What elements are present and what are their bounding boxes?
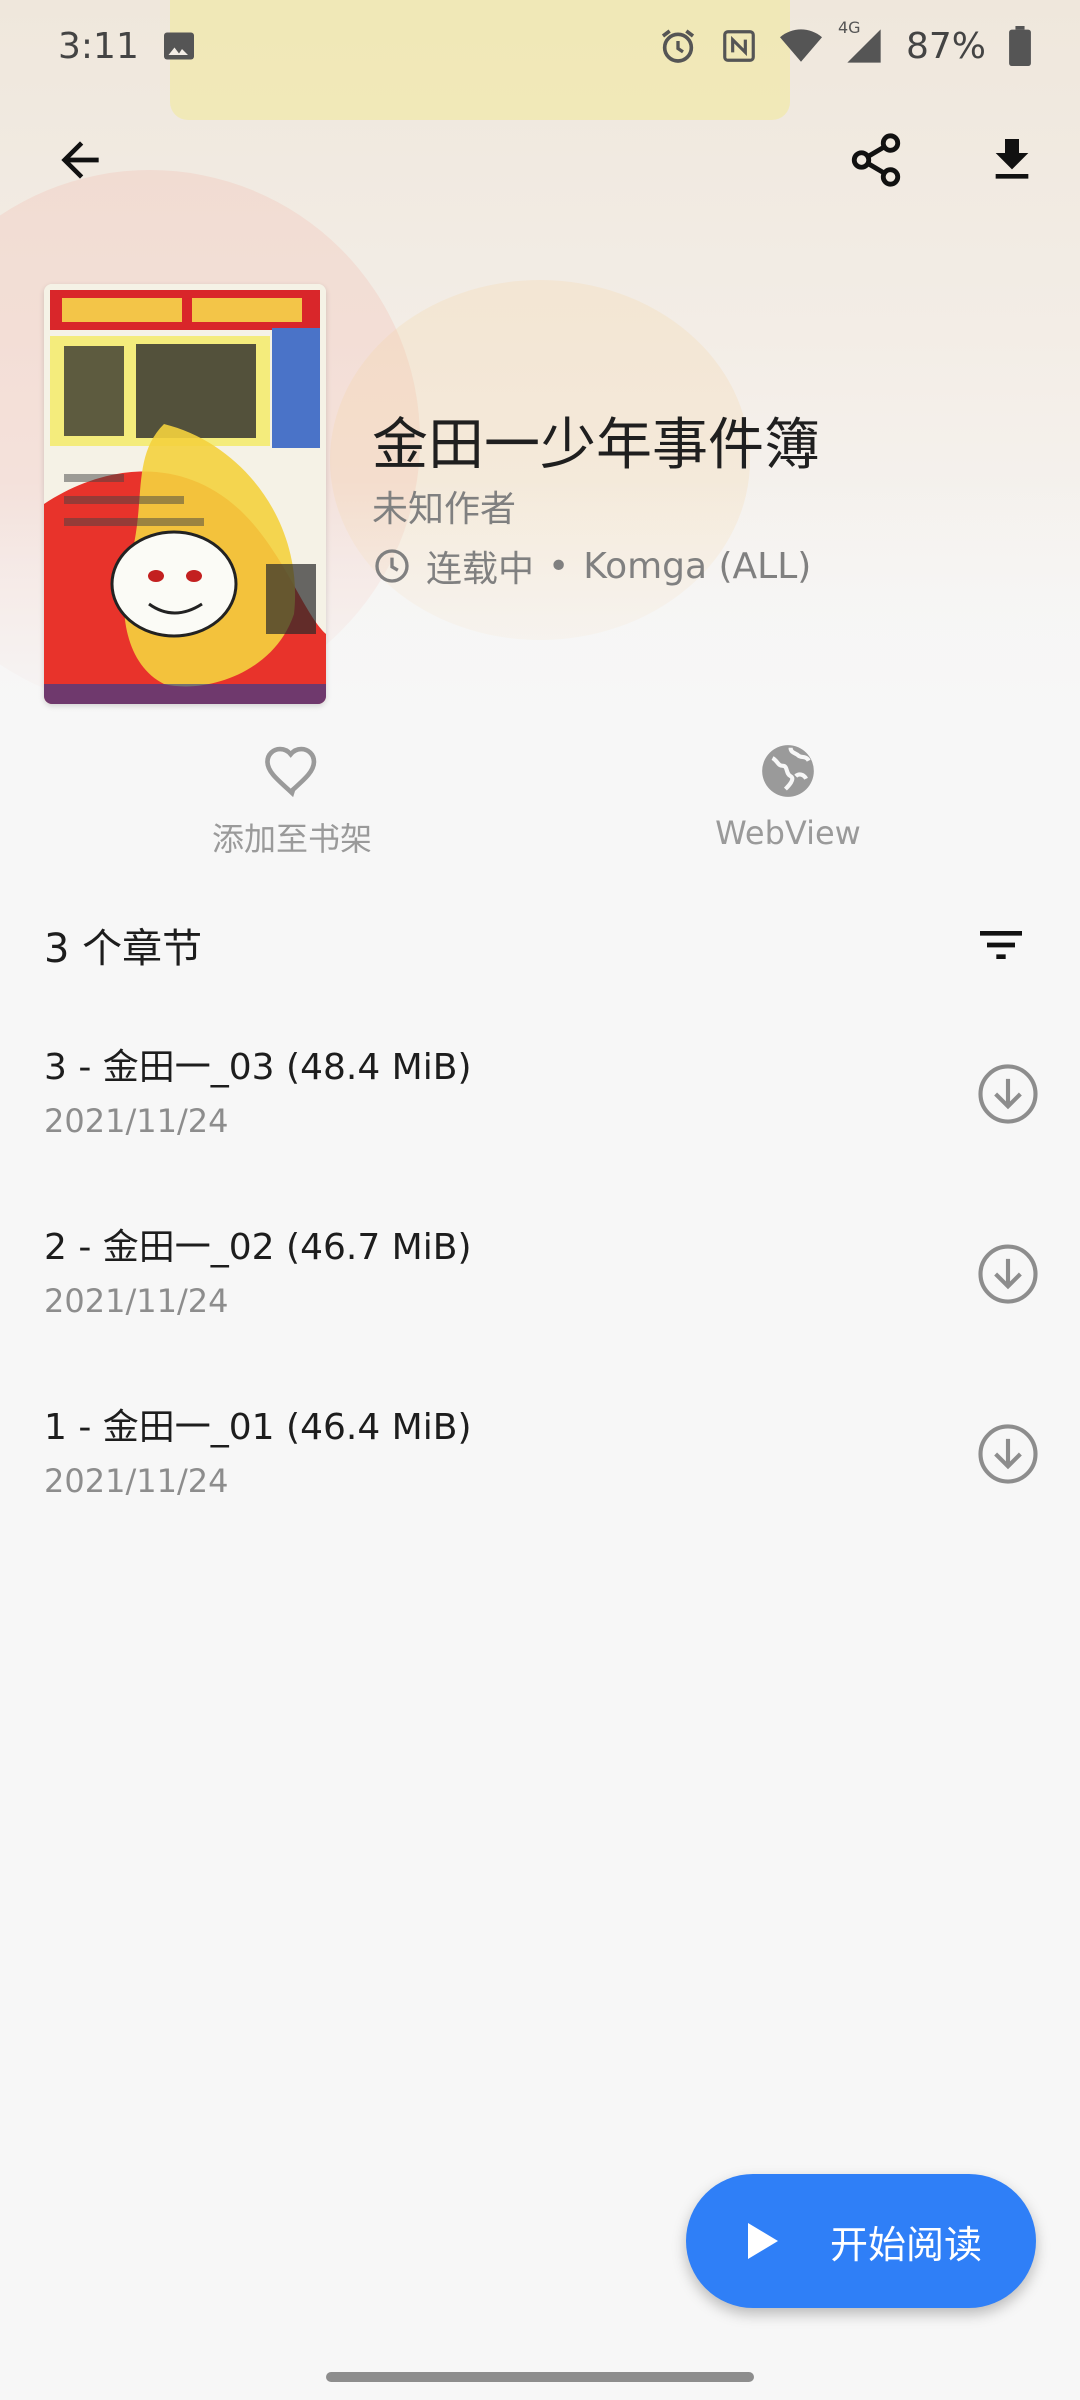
toolbar	[0, 110, 1080, 210]
wifi-icon	[779, 27, 822, 65]
start-reading-button[interactable]: 开始阅读	[686, 2174, 1036, 2308]
battery-icon	[1008, 26, 1032, 66]
chapter-download-button[interactable]	[966, 1052, 1050, 1136]
gesture-nav-handle[interactable]	[326, 2372, 754, 2382]
chapter-row[interactable]: 1 - 金田一_01 (46.4 MiB) 2021/11/24	[0, 1370, 1080, 1550]
network-type-label: 4G	[837, 18, 861, 37]
webview-label: WebView	[715, 814, 861, 852]
download-icon	[995, 139, 1029, 179]
cover-image[interactable]	[44, 284, 326, 704]
chapter-date: 2021/11/24	[44, 1282, 229, 1320]
manga-title[interactable]: 金田一少年事件簿	[372, 400, 820, 481]
chapter-download-button[interactable]	[966, 1412, 1050, 1496]
add-to-library-label: 添加至书架	[211, 820, 372, 858]
chapter-row[interactable]: 3 - 金田一_03 (48.4 MiB) 2021/11/24	[0, 1010, 1080, 1190]
battery-text: 87%	[905, 25, 986, 67]
download-button[interactable]	[962, 110, 1062, 210]
chapter-date: 2021/11/24	[44, 1462, 229, 1500]
meta-separator: •	[548, 545, 570, 587]
globe-icon	[762, 745, 814, 797]
download-circle-icon	[978, 1064, 1038, 1124]
manga-status-line: 连载中 • Komga (ALL)	[372, 540, 811, 592]
share-button[interactable]	[826, 110, 926, 210]
filter-icon	[980, 931, 1022, 959]
chapter-row[interactable]: 2 - 金田一_02 (46.7 MiB) 2021/11/24	[0, 1190, 1080, 1370]
play-icon	[748, 2223, 778, 2259]
image-icon	[161, 28, 197, 64]
chapter-title: 1 - 金田一_01 (46.4 MiB)	[44, 1407, 472, 1448]
source-name: Komga (ALL)	[583, 545, 812, 587]
webview-button[interactable]: WebView	[658, 740, 918, 852]
share-icon	[851, 133, 901, 187]
download-circle-icon	[978, 1424, 1038, 1484]
chapters-header: 3 个章节	[44, 910, 1036, 980]
status-time: 3:11	[58, 25, 139, 67]
alarm-icon	[658, 26, 698, 66]
filter-button[interactable]	[966, 910, 1036, 980]
chapter-download-button[interactable]	[966, 1232, 1050, 1316]
manga-author[interactable]: 未知作者	[372, 480, 516, 532]
heart-icon	[265, 746, 317, 798]
chapter-date: 2021/11/24	[44, 1102, 229, 1140]
back-button[interactable]	[30, 110, 130, 210]
download-circle-icon	[978, 1244, 1038, 1304]
chapter-title: 3 - 金田一_03 (48.4 MiB)	[44, 1047, 472, 1088]
chapter-title: 2 - 金田一_02 (46.7 MiB)	[44, 1227, 472, 1268]
cover-art	[44, 284, 326, 704]
start-reading-label: 开始阅读	[830, 2222, 983, 2267]
manga-detail-screen: 3:11 4G 87% 金田一少年事件簿 未知作者 连载中 • Komga (A…	[0, 0, 1080, 2400]
add-to-library-button[interactable]: 添加至书架	[162, 740, 422, 860]
chapter-count: 3 个章节	[44, 926, 203, 972]
arrow-back-icon	[61, 141, 99, 179]
nfc-icon	[720, 27, 758, 65]
cell-signal-icon: 4G	[838, 18, 884, 66]
publication-status: 连载中	[426, 549, 535, 590]
status-bar: 3:11 4G 87%	[0, 0, 1080, 92]
clock-icon	[375, 549, 409, 583]
